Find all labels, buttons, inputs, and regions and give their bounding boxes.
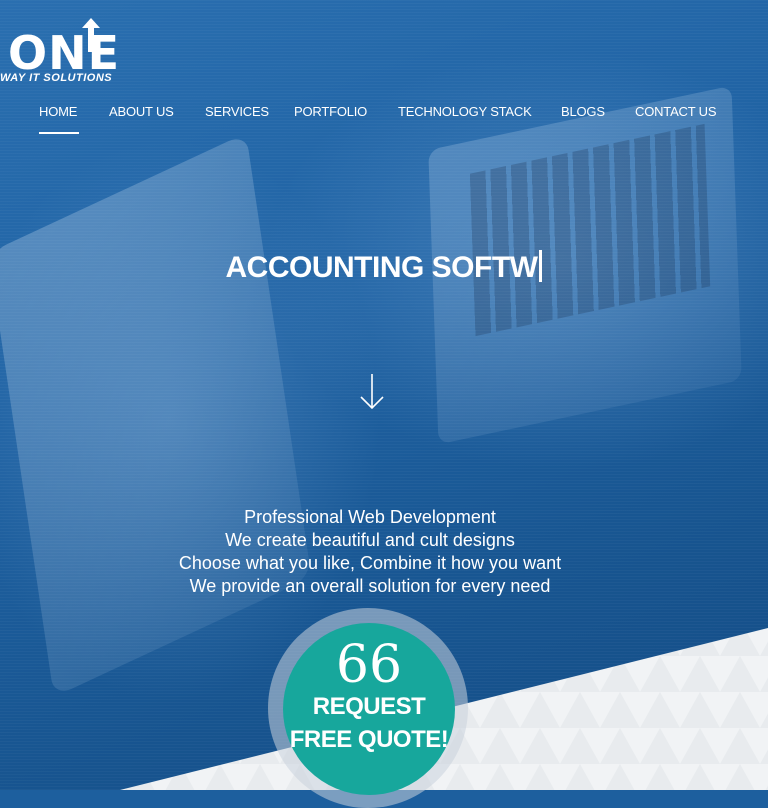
nav-blogs[interactable]: BLOGS <box>561 104 605 119</box>
hero-headline: ACCOUNTING SOFTW <box>0 250 768 285</box>
tagline-2: We create beautiful and cult designs <box>225 530 515 550</box>
tagline-4: We provide an overall solution for every… <box>189 576 551 596</box>
logo-wordmark: ONE <box>8 26 121 80</box>
main-nav: HOME ABOUT US SERVICES PORTFOLIO TECHNOL… <box>0 104 768 138</box>
nav-about-us[interactable]: ABOUT US <box>109 104 174 119</box>
tagline-3: Choose what you like, Combine it how you… <box>178 553 562 573</box>
nav-services[interactable]: SERVICES <box>205 104 269 119</box>
typing-cursor <box>539 250 543 282</box>
quote-label-line1: REQUEST <box>312 693 426 720</box>
nav-home[interactable]: HOME <box>39 104 77 119</box>
nav-contact-us[interactable]: CONTACT US <box>635 104 717 119</box>
hero-headline-text: ACCOUNTING SOFTW <box>225 251 538 284</box>
quote-label-line2: FREE QUOTE! <box>289 726 449 753</box>
arrow-down-icon[interactable] <box>358 372 386 412</box>
nav-portfolio[interactable]: PORTFOLIO <box>294 104 367 119</box>
nav-technology-stack[interactable]: TECHNOLOGY STACK <box>398 104 532 119</box>
quote-icon: 66 <box>335 635 403 695</box>
nav-active-underline <box>39 132 79 134</box>
hero-taglines: Professional Web Development We create b… <box>0 506 740 598</box>
logo-tagline: WAY IT SOLUTIONS <box>0 72 113 84</box>
site-logo[interactable]: ONE WAY IT SOLUTIONS <box>0 18 160 88</box>
request-quote-button[interactable]: 66 REQUEST FREE QUOTE! <box>283 623 455 795</box>
tagline-1: Professional Web Development <box>244 507 496 527</box>
